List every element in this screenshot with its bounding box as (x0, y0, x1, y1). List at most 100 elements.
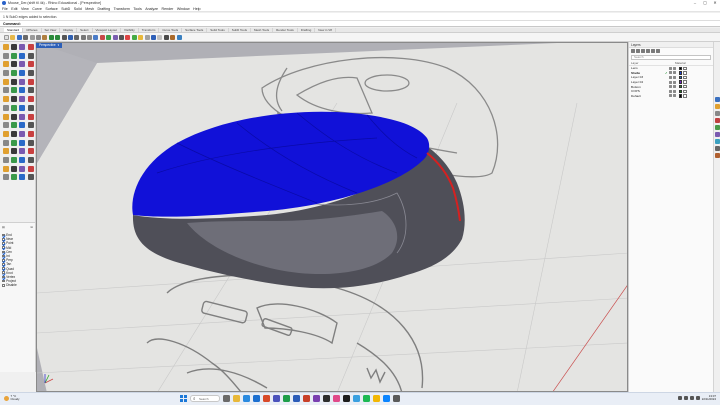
properties-icon[interactable] (150, 34, 156, 40)
subd-tool-icon[interactable] (3, 130, 9, 137)
flow-tool-icon[interactable] (27, 148, 34, 155)
tab-surface-tools[interactable]: Surface Tools (182, 28, 208, 32)
command-prompt[interactable]: Command: (0, 21, 720, 27)
group-tool-icon[interactable] (19, 104, 26, 111)
pan-icon[interactable] (61, 34, 67, 40)
rebuild-tool-icon[interactable] (11, 165, 18, 172)
history-tool-icon[interactable] (19, 122, 26, 129)
tab-drafting[interactable]: Drafting (298, 28, 316, 32)
sphere-tool-icon[interactable] (3, 78, 9, 85)
explode-tool-icon[interactable] (11, 104, 18, 111)
ellipse-tool-icon[interactable] (19, 52, 26, 59)
surface-tool-icon[interactable] (19, 61, 26, 68)
match-tool-icon[interactable] (19, 165, 26, 172)
cap-tool-icon[interactable] (3, 174, 9, 181)
menu-view[interactable]: View (21, 7, 29, 11)
mesh-tool-icon[interactable] (11, 130, 18, 137)
check-tool-icon[interactable] (3, 139, 9, 146)
extrude-tool-icon[interactable] (27, 61, 34, 68)
tab-transform[interactable]: Transform (139, 28, 160, 32)
hatch-tool-icon[interactable] (3, 113, 9, 120)
layers-panel-icon[interactable] (714, 104, 720, 109)
circle-tool-icon[interactable] (3, 52, 9, 59)
move-up-icon[interactable] (646, 49, 650, 53)
lock-icon[interactable] (673, 85, 676, 89)
menu-curve[interactable]: Curve (32, 7, 42, 11)
mirror-tool-icon[interactable] (3, 96, 9, 103)
lightbulb-icon[interactable] (669, 94, 672, 98)
clock[interactable]: 13:07 22/11/2024 (702, 394, 716, 402)
split-tool-icon[interactable] (27, 96, 34, 103)
new-layer-icon[interactable] (631, 49, 635, 53)
dimension-tool-icon[interactable] (27, 104, 34, 111)
lightbulb-icon[interactable] (669, 89, 672, 93)
select-icon[interactable] (119, 34, 125, 40)
material-column-header[interactable]: Material (675, 61, 703, 65)
filter-tool-icon[interactable] (27, 122, 34, 129)
word-icon[interactable] (293, 395, 300, 402)
delete-layer-icon[interactable] (641, 49, 645, 53)
cplane-icon[interactable] (112, 34, 118, 40)
loft-tool-icon[interactable] (3, 70, 9, 77)
layer-material-swatch[interactable] (683, 94, 687, 98)
menu-help[interactable]: Help (193, 7, 200, 11)
shell-tool-icon[interactable] (11, 174, 18, 181)
planar-tool-icon[interactable] (3, 122, 9, 129)
scale-tool-icon[interactable] (27, 87, 34, 94)
menu-drafting[interactable]: Drafting (98, 7, 111, 11)
store-icon[interactable] (353, 395, 360, 402)
viewport-label-tab[interactable]: Perspective ▾ (36, 43, 63, 48)
rotate-view-icon[interactable] (67, 34, 73, 40)
taskbar-search-input[interactable]: Search (190, 395, 220, 402)
redo-icon[interactable] (55, 34, 61, 40)
volume-icon[interactable] (689, 396, 694, 401)
tab-curve-tools[interactable]: Curve Tools (159, 28, 183, 32)
tab-standard[interactable]: Standard (4, 28, 24, 32)
lights-panel-icon[interactable] (714, 153, 720, 158)
lightbulb-icon[interactable] (669, 71, 672, 75)
osnap-item[interactable]: Disable (2, 283, 33, 287)
new-file-icon[interactable] (4, 34, 9, 40)
line-tool-icon[interactable] (11, 44, 18, 50)
lock-icon[interactable] (138, 34, 144, 40)
layer-color-swatch[interactable] (678, 94, 682, 98)
help-icon[interactable] (176, 34, 182, 40)
move-tool-icon[interactable] (3, 87, 9, 94)
tab-display[interactable]: Display (60, 28, 78, 32)
osnap-checkbox[interactable] (2, 263, 5, 266)
tab-render-tools[interactable]: Render Tools (273, 28, 298, 32)
menu-subd[interactable]: SubD (61, 7, 70, 11)
join-tool-icon[interactable] (3, 104, 9, 111)
edge-browser-icon[interactable] (243, 395, 250, 402)
zoom-extents-icon[interactable] (87, 34, 93, 40)
offset-tool-icon[interactable] (19, 139, 26, 146)
zoom-app-icon[interactable] (383, 395, 390, 402)
materials-panel-icon[interactable] (714, 125, 720, 130)
tab-select[interactable]: Select (77, 28, 93, 32)
layer-color-swatch[interactable] (678, 71, 682, 75)
file-explorer-icon[interactable] (233, 395, 240, 402)
layer-column-header[interactable]: Layer (631, 61, 675, 65)
copy-icon[interactable] (35, 34, 41, 40)
powerpoint-icon[interactable] (303, 395, 310, 402)
osnap-checkbox[interactable] (2, 237, 5, 241)
unroll-tool-icon[interactable] (19, 148, 26, 155)
rotate-tool-icon[interactable] (19, 87, 26, 94)
snap-tool-icon[interactable] (11, 113, 18, 120)
layer-color-swatch[interactable] (678, 80, 682, 84)
materials-icon[interactable] (163, 34, 169, 40)
menu-edit[interactable]: Edit (11, 7, 17, 11)
render-tool-icon[interactable] (19, 130, 26, 137)
open-folder-icon[interactable] (10, 34, 16, 40)
display-panel-icon[interactable] (714, 111, 720, 116)
tab-subd-tools[interactable]: SubD Tools (229, 28, 252, 32)
tab-mesh-tools[interactable]: Mesh Tools (251, 28, 274, 32)
menu-mesh[interactable]: Mesh (85, 7, 94, 11)
grid-tool-icon[interactable] (19, 113, 26, 120)
menu-solid[interactable]: Solid (74, 7, 82, 11)
lightbulb-icon[interactable] (669, 66, 672, 70)
layer-row[interactable]: Default (629, 94, 713, 99)
osnap-checkbox[interactable] (2, 242, 5, 245)
osnap-checkbox[interactable] (2, 271, 5, 275)
osnap-checkbox[interactable] (2, 246, 5, 249)
